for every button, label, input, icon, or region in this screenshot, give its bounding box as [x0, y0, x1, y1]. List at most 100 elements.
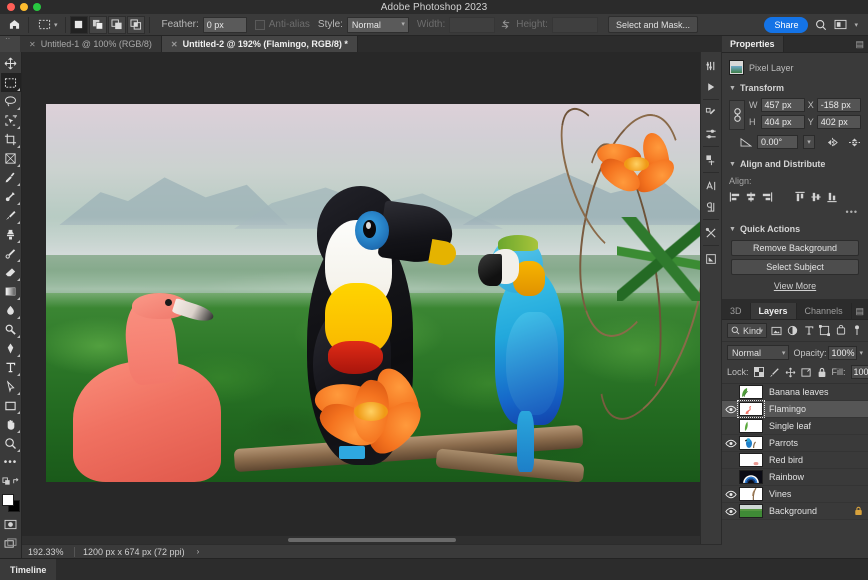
tab-timeline[interactable]: Timeline [0, 559, 56, 580]
edit-toolbar-button[interactable]: ••• [1, 453, 21, 472]
tab-properties[interactable]: Properties [722, 36, 784, 52]
lasso-tool[interactable] [1, 92, 21, 111]
feather-input[interactable]: 0 px [203, 17, 247, 33]
tab-layers[interactable]: Layers [751, 303, 797, 319]
layer-thumbnail[interactable] [739, 402, 763, 416]
lock-transparent-pixels-icon[interactable] [754, 366, 764, 379]
adjustments-icon[interactable] [701, 102, 721, 123]
scrollbar-thumb[interactable] [288, 538, 456, 542]
filter-adjustment-icon[interactable] [786, 324, 799, 338]
screen-mode-icon[interactable] [1, 534, 21, 553]
foreground-color-swatch[interactable] [2, 494, 14, 506]
add-to-selection-button[interactable] [89, 16, 107, 34]
angle-field[interactable]: 0.00° [757, 135, 798, 149]
select-and-mask-button[interactable]: Select and Mask... [608, 16, 698, 33]
anti-alias-checkbox[interactable] [255, 20, 265, 30]
close-icon[interactable]: ✕ [29, 40, 36, 49]
layer-row-background[interactable]: Background [722, 503, 868, 520]
layer-visibility-toggle[interactable] [722, 490, 739, 499]
subtract-from-selection-button[interactable] [108, 16, 126, 34]
rectangular-marquee-tool[interactable] [1, 73, 21, 92]
layer-thumbnail[interactable] [739, 436, 763, 450]
layer-thumbnail[interactable] [739, 453, 763, 467]
filter-type-icon[interactable] [802, 324, 815, 338]
selection-mode-group[interactable] [70, 16, 145, 34]
properties-sliders-icon[interactable] [701, 123, 721, 144]
panel-menu-icon[interactable]: ▤ [855, 40, 864, 49]
document-canvas[interactable] [46, 104, 700, 482]
notes-icon[interactable] [701, 248, 721, 269]
filter-kind-select[interactable]: Kind ▾ [727, 323, 767, 338]
swap-width-height-icon[interactable] [500, 19, 511, 30]
search-icon[interactable] [815, 19, 827, 31]
close-icon[interactable]: ✕ [171, 40, 178, 49]
filter-shape-icon[interactable] [818, 324, 831, 338]
height-field[interactable]: 404 px [761, 115, 805, 129]
layer-row-vines[interactable]: Vines [722, 486, 868, 503]
flip-vertical-icon[interactable] [848, 137, 861, 148]
transform-section-header[interactable]: ▼ Transform [722, 80, 868, 96]
align-section-header[interactable]: ▼ Align and Distribute [722, 151, 868, 172]
home-icon[interactable] [4, 15, 24, 35]
history-icon[interactable] [701, 55, 721, 76]
layer-thumbnail[interactable] [739, 487, 763, 501]
chevron-down-icon[interactable]: ▾ [859, 349, 863, 357]
layer-thumbnail[interactable] [739, 504, 763, 518]
status-expand-icon[interactable]: › [185, 547, 200, 556]
eraser-tool[interactable] [1, 263, 21, 282]
remove-background-button[interactable]: Remove Background [731, 240, 859, 256]
align-bottom-edges-button[interactable] [826, 191, 838, 203]
flip-horizontal-icon[interactable] [826, 137, 839, 148]
document-tab-2[interactable]: ✕ Untitled-2 @ 192% (Flamingo, RGB/8) * [162, 36, 358, 52]
layer-row-parrots[interactable]: Parrots [722, 435, 868, 452]
layer-visibility-toggle[interactable] [722, 405, 739, 414]
hand-tool[interactable] [1, 415, 21, 434]
tab-bar-grip[interactable] [0, 36, 20, 52]
layer-thumbnail[interactable] [739, 470, 763, 484]
align-left-edges-button[interactable] [729, 191, 741, 203]
lock-artboard-nesting-icon[interactable] [801, 366, 812, 379]
width-field[interactable]: 457 px [761, 98, 805, 112]
tab-3d[interactable]: 3D [722, 303, 751, 319]
tool-preset-picker[interactable]: ▾ [33, 16, 61, 34]
layer-row-flamingo[interactable]: Flamingo [722, 401, 868, 418]
filter-toggle-icon[interactable] [850, 324, 863, 338]
layer-row-single-leaf[interactable]: Single leaf [722, 418, 868, 435]
layer-visibility-toggle[interactable] [722, 439, 739, 448]
style-select[interactable]: Normal ▾ [347, 17, 409, 33]
gradient-tool[interactable] [1, 282, 21, 301]
clone-stamp-tool[interactable] [1, 225, 21, 244]
workspace-switcher-icon[interactable] [834, 19, 847, 30]
move-tool[interactable] [1, 54, 21, 73]
layer-row-banana-leaves[interactable]: Banana leaves [722, 384, 868, 401]
lock-all-icon[interactable] [817, 366, 827, 379]
fill-value[interactable]: 100% [851, 365, 868, 379]
align-horizontal-centers-button[interactable] [745, 191, 757, 203]
document-tab-1[interactable]: ✕ Untitled-1 @ 100% (RGB/8) [20, 36, 162, 52]
width-input[interactable] [449, 17, 495, 33]
default-colors-and-swap-icon[interactable] [1, 472, 21, 491]
layer-visibility-toggle[interactable] [722, 507, 739, 516]
layer-row-red-bird[interactable]: Red bird [722, 452, 868, 469]
layer-thumbnail[interactable] [739, 419, 763, 433]
paragraph-icon[interactable] [701, 196, 721, 217]
align-top-edges-button[interactable] [794, 191, 806, 203]
horizontal-scrollbar[interactable] [22, 536, 722, 544]
intersect-with-selection-button[interactable] [127, 16, 145, 34]
view-more-link[interactable]: View More [722, 278, 868, 299]
filter-smart-object-icon[interactable] [834, 324, 847, 338]
chevron-down-icon[interactable]: ▾ [854, 21, 858, 29]
rectangle-tool[interactable] [1, 396, 21, 415]
height-input[interactable] [552, 17, 598, 33]
select-subject-button[interactable]: Select Subject [731, 259, 859, 275]
y-field[interactable]: 402 px [817, 115, 861, 129]
character-icon[interactable] [701, 175, 721, 196]
lock-all-icon[interactable] [854, 506, 863, 516]
opacity-value[interactable]: 100% [828, 346, 857, 360]
angle-dropdown[interactable]: ▾ [803, 135, 815, 149]
new-selection-button[interactable] [70, 16, 88, 34]
panel-menu-icon[interactable]: ▤ [855, 307, 864, 316]
object-selection-tool[interactable] [1, 111, 21, 130]
quick-actions-section-header[interactable]: ▼ Quick Actions [722, 221, 868, 237]
x-field[interactable]: -158 px [817, 98, 861, 112]
